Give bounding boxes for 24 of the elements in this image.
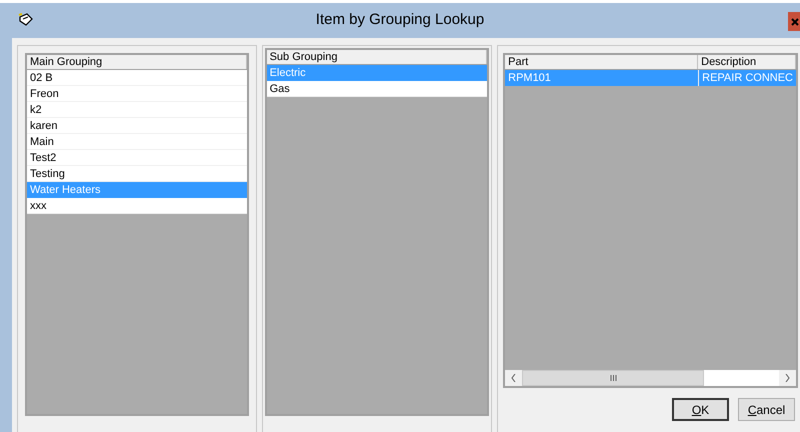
list-row[interactable]: Gas [266,81,488,97]
column-header[interactable]: Main Grouping [27,55,247,69]
list-row[interactable]: xxx [27,198,247,214]
list-cell: REPAIR CONNEC [698,70,796,86]
list-row[interactable]: Freon [27,86,247,102]
close-icon [791,18,799,26]
horizontal-scrollbar[interactable] [505,369,796,386]
column-header[interactable]: Sub Grouping [266,50,488,64]
list-row[interactable]: Main [27,134,247,150]
scroll-thumb[interactable] [522,370,704,386]
dialog-button[interactable]: OK [672,398,729,421]
list-row[interactable]: 02 B [27,70,247,86]
app-icon [18,13,34,27]
list-row[interactable]: karen [27,118,247,134]
grip-icon [610,375,617,381]
list-row[interactable]: Test2 [27,150,247,166]
close-button[interactable] [788,12,800,31]
dialog-button[interactable]: Cancel [738,398,795,421]
column-header[interactable]: Description [698,55,796,69]
column-header[interactable]: Part [505,55,698,69]
list-row[interactable]: Testing [27,166,247,182]
list-row[interactable]: k2 [27,102,247,118]
list-cell-text: RPM101 [507,71,552,86]
window-title: Item by Grouping Lookup [316,10,484,30]
